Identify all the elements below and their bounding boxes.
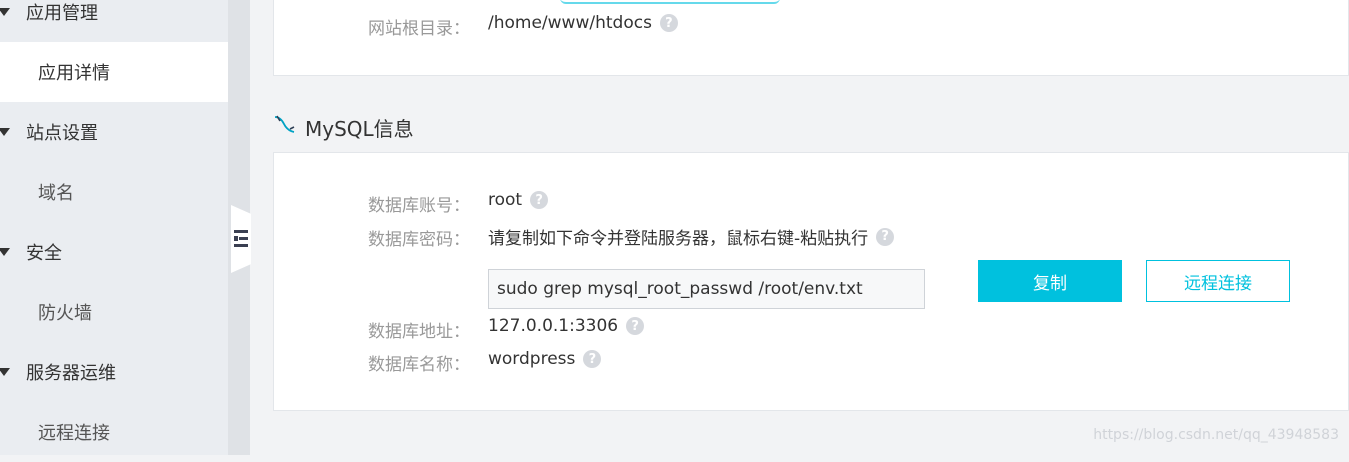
nav-group-label: 应用管理 [26,3,98,24]
nav-item-label: 应用详情 [38,63,110,84]
nav-item-label: 防火墙 [38,303,92,324]
nav-item-label: 远程连接 [38,423,110,444]
db-password-text: 请复制如下命令并登陆服务器，鼠标右键-粘贴执行 [488,229,869,249]
caret-down-icon [0,8,10,16]
nav-group-label: 站点设置 [26,123,98,144]
nav-item-firewall[interactable]: 防火墙 [0,282,228,342]
nav-group-security[interactable]: 安全 [0,222,228,282]
nav-group-label: 安全 [26,243,62,264]
db-account-text: root [488,190,523,210]
nav-item-app-details[interactable]: 应用详情 [0,42,228,102]
sidebar: 应用管理 应用详情 站点设置 域名 安全 防火墙 服务器运维 远程连接 [0,0,228,455]
nav-item-domain[interactable]: 域名 [0,162,228,222]
mysql-section-title: MySQL信息 [305,117,414,141]
password-command-text: sudo grep mysql_root_passwd /root/env.tx… [497,279,863,299]
partial-link-decoration [560,0,780,4]
db-address-label: 数据库地址： [368,322,470,342]
db-password-label: 数据库密码： [368,230,470,250]
nav-group-label: 服务器运维 [26,363,116,384]
remote-connect-button[interactable]: 远程连接 [1146,260,1290,302]
root-dir-text: /home/www/htdocs [488,13,652,33]
db-account-value: root ? [488,190,549,210]
db-password-value: 请复制如下命令并登陆服务器，鼠标右键-粘贴执行 ? [488,224,895,249]
help-icon[interactable]: ? [530,191,549,209]
db-name-text: wordpress [488,349,576,369]
nav-group-site-settings[interactable]: 站点设置 [0,102,228,162]
help-icon[interactable]: ? [876,227,895,246]
db-account-label: 数据库账号： [368,196,470,216]
nav-group-server-ops[interactable]: 服务器运维 [0,342,228,402]
caret-down-icon [0,128,10,136]
nav-item-remote-connect[interactable]: 远程连接 [0,402,228,462]
nav-group-app-management[interactable]: 应用管理 [0,0,228,42]
collapse-menu-icon [234,230,248,248]
caret-down-icon [0,248,10,256]
password-command-field[interactable]: sudo grep mysql_root_passwd /root/env.tx… [488,269,925,309]
watermark: https://blog.csdn.net/qq_43948583 [1093,427,1339,443]
help-icon[interactable]: ? [659,14,678,32]
help-icon[interactable]: ? [626,317,645,335]
root-dir-label: 网站根目录： [368,19,470,39]
db-name-label: 数据库名称： [368,355,470,375]
nav-item-label: 域名 [38,183,74,204]
help-icon[interactable]: ? [583,350,602,368]
db-name-value: wordpress ? [488,349,602,369]
caret-down-icon [0,368,10,376]
collapse-sidebar-button[interactable] [231,205,251,273]
mysql-dolphin-icon [274,115,295,133]
db-address-value: 127.0.0.1:3306 ? [488,316,645,336]
db-address-text: 127.0.0.1:3306 [488,316,619,336]
copy-button[interactable]: 复制 [978,260,1122,302]
root-dir-value: /home/www/htdocs ? [488,13,678,33]
